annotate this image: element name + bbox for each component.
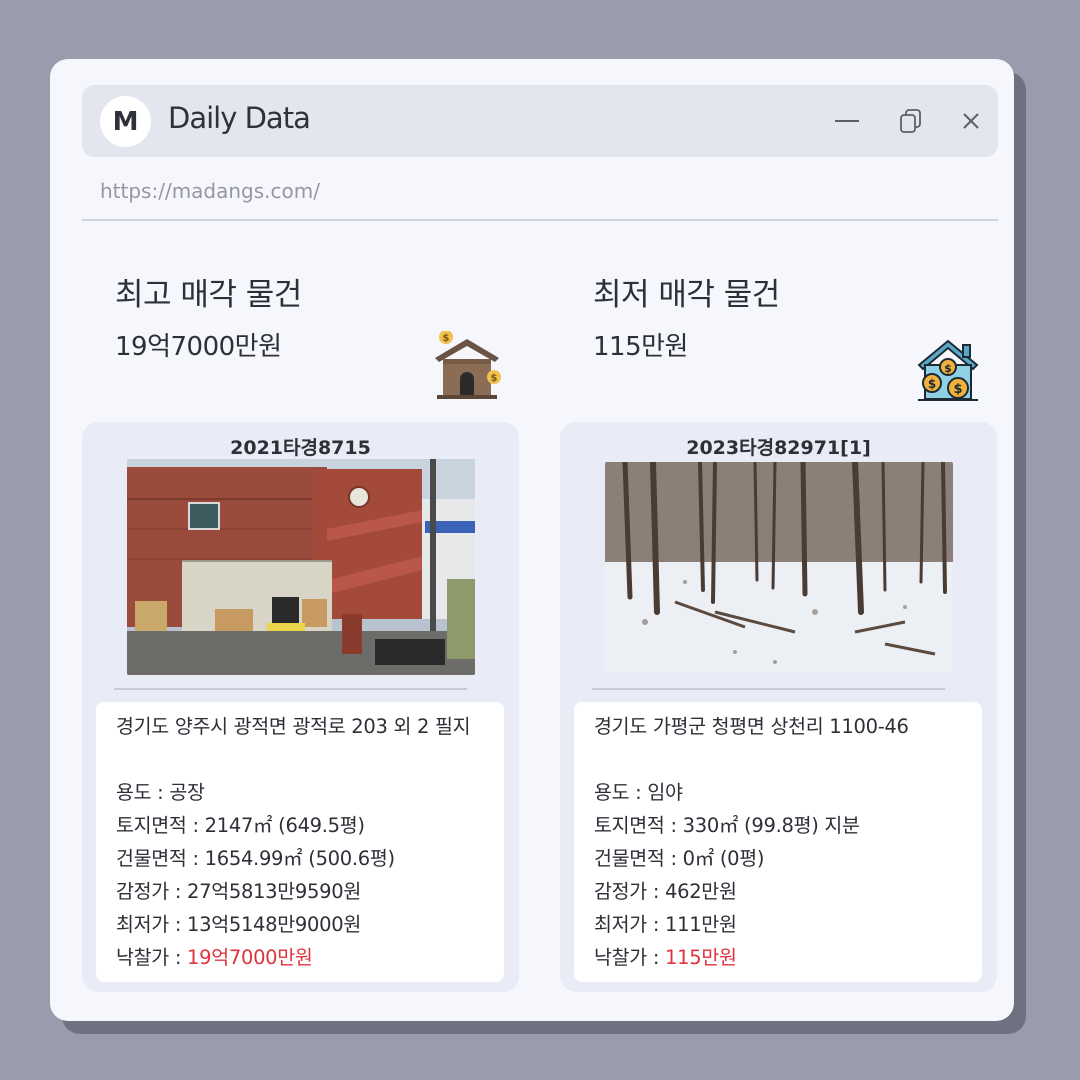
property-details: 경기도 가평군 청평면 상천리 1100-46 용도 : 임야 토지면적 : 3… [574,702,982,982]
appraisal-price: 감정가 : 462만원 [594,880,737,903]
highest-sale-price: 19억7000만원 [115,332,282,362]
land-area: 토지면적 : 2147㎡ (649.5평) [116,814,365,837]
close-button[interactable] [953,103,989,139]
property-usage: 용도 : 임야 [594,781,683,804]
case-number: 2023타경82971[1] [686,437,871,459]
winning-bid: 낙찰가 : 19억7000만원 [116,941,484,974]
lowest-sale-heading: 최저 매각 물건 [593,277,780,313]
property-address: 경기도 가평군 청평면 상천리 1100-46 [594,715,909,738]
svg-text:$: $ [944,362,952,375]
svg-text:$: $ [953,382,962,397]
lowest-sale-card[interactable]: 2023타경82971[1] 경기도 가평군 청평면 상천리 1100-46 용… [560,422,997,992]
svg-text:$: $ [928,377,936,391]
factory-building-photo [127,459,475,675]
close-icon [963,113,979,129]
property-details: 경기도 양주시 광적면 광적로 203 외 2 필지 용도 : 공장 토지면적 … [96,702,504,982]
svg-text:$: $ [443,333,450,344]
appraisal-price: 감정가 : 27억5813만9590원 [116,880,361,903]
highest-sale-heading: 최고 매각 물건 [115,277,302,313]
snowy-forest-photo [605,462,953,673]
lowest-sale-price: 115만원 [593,332,688,362]
minimize-icon [835,120,859,122]
photo-divider [592,688,945,690]
highest-sale-card[interactable]: 2021타경8715 경기도 양주시 광적면 광적로 203 외 2 필지 용도… [82,422,519,992]
app-window: M Daily Data https://madangs.com/ 최고 매각 … [50,59,1014,1021]
building-area: 건물면적 : 1654.99㎡ (500.6평) [116,847,395,870]
winning-bid: 낙찰가 : 115만원 [594,941,962,974]
app-title: Daily Data [168,101,311,135]
url-divider [82,219,998,221]
url-bar[interactable]: https://madangs.com/ [100,179,320,203]
winning-bid-label: 낙찰가 : [116,946,187,969]
property-address: 경기도 양주시 광적면 광적로 203 외 2 필지 [116,715,471,738]
house-with-coins-icon: $ $ [431,330,503,407]
winning-bid-label: 낙찰가 : [594,946,665,969]
winning-bid-value: 115만원 [665,946,737,969]
restore-button[interactable] [893,103,929,139]
minimum-price: 최저가 : 111만원 [594,913,737,936]
svg-text:$: $ [491,373,498,384]
title-bar: M Daily Data [82,85,998,157]
winning-bid-value: 19억7000만원 [187,946,313,969]
land-area: 토지면적 : 330㎡ (99.8평) 지분 [594,814,860,837]
minimize-button[interactable] [829,103,865,139]
app-logo: M [100,96,151,147]
building-area: 건물면적 : 0㎡ (0평) [594,847,765,870]
photo-divider [114,688,467,690]
restore-icon [900,109,921,133]
case-number: 2021타경8715 [230,437,371,459]
minimum-price: 최저가 : 13억5148만9000원 [116,913,361,936]
property-usage: 용도 : 공장 [116,781,205,804]
house-with-money-icon: $ $ $ [916,337,980,407]
